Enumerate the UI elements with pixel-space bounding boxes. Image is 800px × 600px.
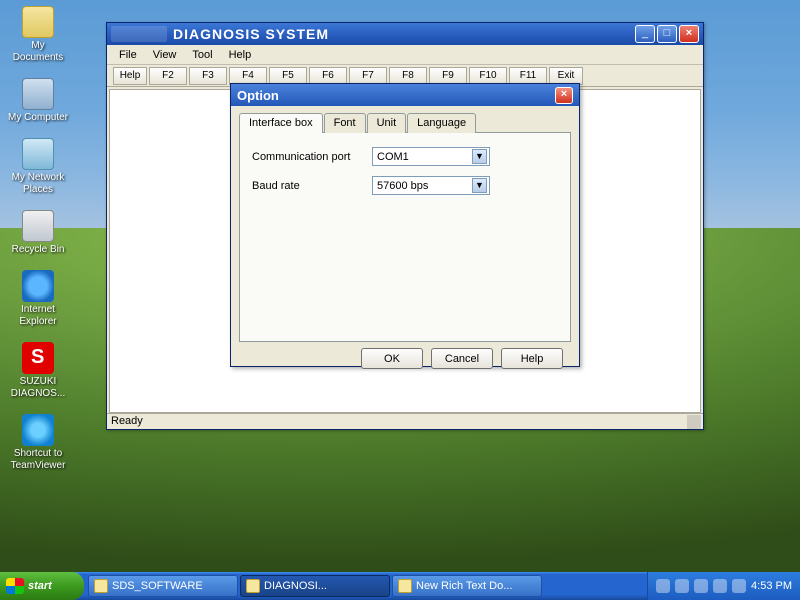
- tab-unit[interactable]: Unit: [367, 113, 407, 133]
- icon-label: Shortcut to TeamViewer: [6, 448, 70, 472]
- tray-icon[interactable]: [694, 579, 708, 593]
- system-tray: 4:53 PM: [647, 572, 800, 600]
- desktop-icon-my-documents[interactable]: My Documents: [6, 6, 70, 64]
- cancel-button[interactable]: Cancel: [431, 348, 493, 369]
- menu-file[interactable]: File: [111, 47, 145, 63]
- task-label: SDS_SOFTWARE: [112, 580, 203, 592]
- menu-tool[interactable]: Tool: [184, 47, 220, 63]
- f2-button[interactable]: F2: [149, 67, 187, 85]
- chevron-down-icon[interactable]: ▼: [472, 149, 487, 164]
- computer-icon: [22, 78, 54, 110]
- menubar: File View Tool Help: [107, 45, 703, 65]
- tab-interface-box[interactable]: Interface box: [239, 113, 323, 133]
- icon-label: My Documents: [6, 40, 70, 64]
- taskbar-tasks: SDS_SOFTWARE DIAGNOSI... New Rich Text D…: [84, 572, 647, 600]
- clock[interactable]: 4:53 PM: [751, 580, 792, 592]
- comm-port-label: Communication port: [252, 151, 372, 163]
- ie-icon: [22, 270, 54, 302]
- ok-button[interactable]: OK: [361, 348, 423, 369]
- tab-panel: Communication port COM1 ▼ Baud rate 5760…: [239, 132, 571, 342]
- dialog-body: Interface box Font Unit Language Communi…: [231, 106, 579, 377]
- window-controls: _ □ ×: [635, 25, 699, 43]
- maximize-button[interactable]: □: [657, 25, 677, 43]
- windows-flag-icon: [6, 578, 24, 594]
- resize-grip-icon[interactable]: [687, 415, 701, 429]
- desktop-icon-recycle-bin[interactable]: Recycle Bin: [6, 210, 70, 256]
- dialog-close-button[interactable]: ×: [555, 87, 573, 104]
- recycle-bin-icon: [22, 210, 54, 242]
- icon-label: My Computer: [6, 112, 70, 124]
- network-icon: [22, 138, 54, 170]
- tab-language[interactable]: Language: [407, 113, 476, 133]
- tray-icon[interactable]: [675, 579, 689, 593]
- tray-icon[interactable]: [732, 579, 746, 593]
- close-button[interactable]: ×: [679, 25, 699, 43]
- desktop-icons: My Documents My Computer My Network Plac…: [6, 6, 76, 486]
- dialog-titlebar[interactable]: Option ×: [231, 84, 579, 106]
- field-communication-port: Communication port COM1 ▼: [252, 147, 558, 166]
- field-baud-rate: Baud rate 57600 bps ▼: [252, 176, 558, 195]
- taskbar-item-diagnosis[interactable]: DIAGNOSI...: [240, 575, 390, 597]
- desktop-icon-my-computer[interactable]: My Computer: [6, 78, 70, 124]
- taskbar-item-rich-text[interactable]: New Rich Text Do...: [392, 575, 542, 597]
- comm-port-combo[interactable]: COM1 ▼: [372, 147, 490, 166]
- taskbar-item-sds-software[interactable]: SDS_SOFTWARE: [88, 575, 238, 597]
- dialog-buttons: OK Cancel Help: [239, 342, 571, 369]
- tray-icon[interactable]: [656, 579, 670, 593]
- icon-label: Internet Explorer: [6, 304, 70, 328]
- desktop-icon-network-places[interactable]: My Network Places: [6, 138, 70, 196]
- documents-icon: [22, 6, 54, 38]
- help-button[interactable]: Help: [113, 67, 147, 85]
- desktop-icon-internet-explorer[interactable]: Internet Explorer: [6, 270, 70, 328]
- suzuki-icon: [22, 342, 54, 374]
- window-title: DIAGNOSIS SYSTEM: [173, 26, 635, 42]
- icon-label: My Network Places: [6, 172, 70, 196]
- start-button[interactable]: start: [0, 572, 84, 600]
- tray-icon[interactable]: [713, 579, 727, 593]
- f3-button[interactable]: F3: [189, 67, 227, 85]
- minimize-button[interactable]: _: [635, 25, 655, 43]
- app-logo: [111, 26, 167, 42]
- desktop-icon-suzuki-diagnos[interactable]: SUZUKI DIAGNOS...: [6, 342, 70, 400]
- tabstrip: Interface box Font Unit Language: [239, 113, 571, 133]
- taskbar: start SDS_SOFTWARE DIAGNOSI... New Rich …: [0, 572, 800, 600]
- icon-label: SUZUKI DIAGNOS...: [6, 376, 70, 400]
- doc-icon: [398, 579, 412, 593]
- folder-icon: [94, 579, 108, 593]
- tab-font[interactable]: Font: [324, 113, 366, 133]
- status-text: Ready: [111, 414, 143, 429]
- baud-rate-combo[interactable]: 57600 bps ▼: [372, 176, 490, 195]
- chevron-down-icon[interactable]: ▼: [472, 178, 487, 193]
- baud-rate-label: Baud rate: [252, 180, 372, 192]
- menu-view[interactable]: View: [145, 47, 185, 63]
- help-button[interactable]: Help: [501, 348, 563, 369]
- titlebar[interactable]: DIAGNOSIS SYSTEM _ □ ×: [107, 23, 703, 45]
- menu-help[interactable]: Help: [221, 47, 260, 63]
- comm-port-value: COM1: [377, 151, 472, 163]
- baud-rate-value: 57600 bps: [377, 180, 472, 192]
- start-label: start: [28, 580, 52, 592]
- task-label: DIAGNOSI...: [264, 580, 327, 592]
- icon-label: Recycle Bin: [6, 244, 70, 256]
- option-dialog: Option × Interface box Font Unit Languag…: [230, 83, 580, 367]
- teamviewer-icon: [22, 414, 54, 446]
- app-icon: [246, 579, 260, 593]
- dialog-title: Option: [237, 88, 555, 103]
- statusbar: Ready: [107, 413, 703, 429]
- desktop-icon-teamviewer[interactable]: Shortcut to TeamViewer: [6, 414, 70, 472]
- task-label: New Rich Text Do...: [416, 580, 512, 592]
